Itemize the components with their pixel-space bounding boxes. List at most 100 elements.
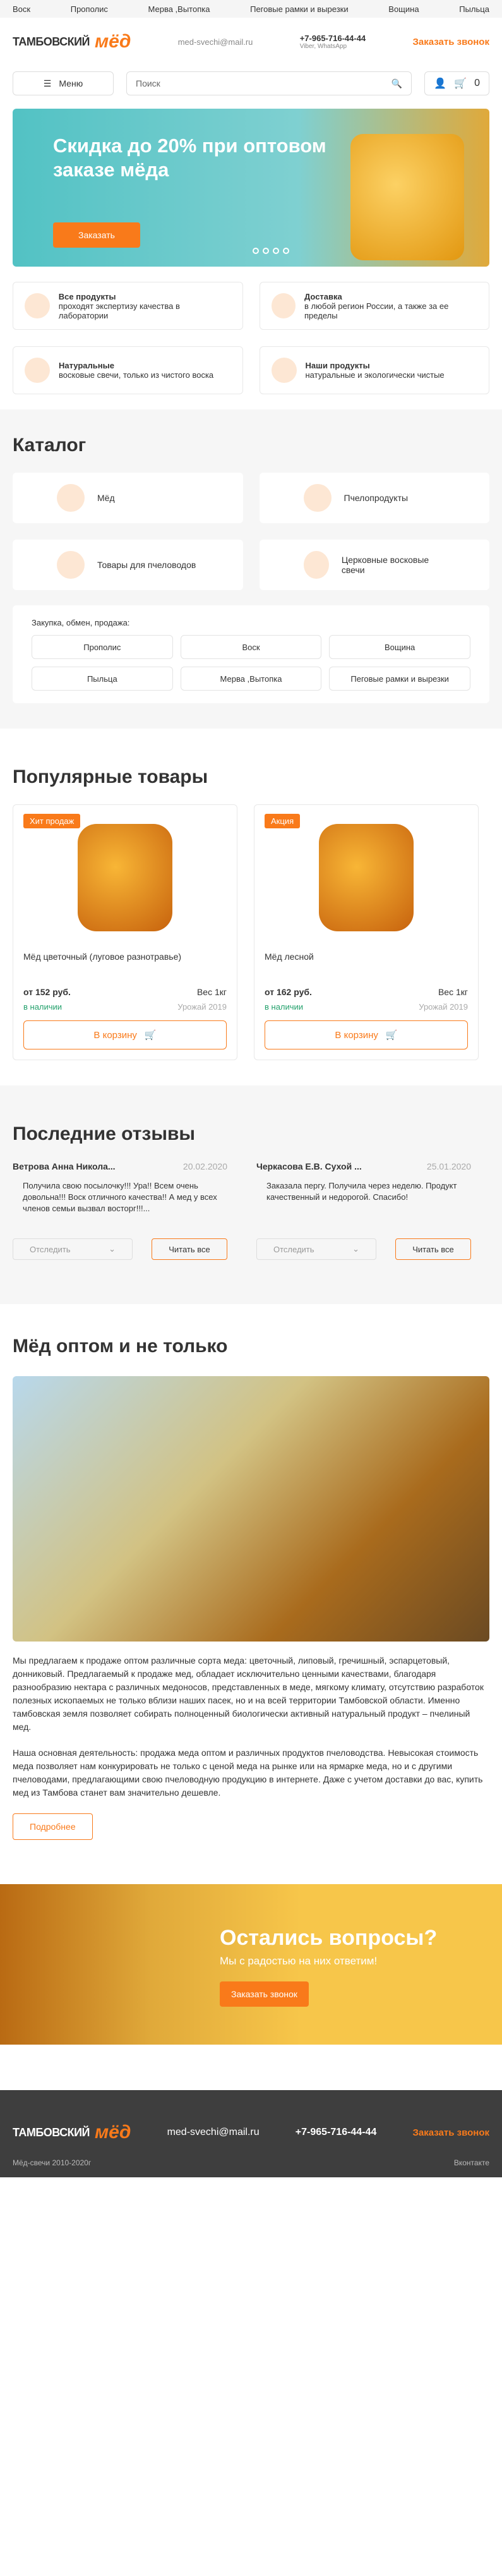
popular-products: Популярные товары Хит продаж Мёд цветочн… [0,729,502,1085]
product-image[interactable]: Хит продаж [13,805,237,950]
search-placeholder: Поиск [136,78,160,88]
topnav-link-vosk[interactable]: Воск [13,4,30,14]
topnav-link-voshchina[interactable]: Вощина [388,4,419,14]
lab-icon [25,293,50,318]
benefit-title: Наши продукты [305,361,370,370]
candle-icon [303,551,329,579]
tag-button[interactable]: Пеговые рамки и вырезки [329,667,470,691]
tag-button[interactable]: Воск [180,635,322,659]
topnav-link-propolis[interactable]: Прополис [71,4,108,14]
product-badge: Хит продаж [23,814,81,828]
benefits: Все продукты проходят экспертизу качества… [0,267,502,409]
reviews-title: Последние отзывы [13,1123,196,1144]
cta-subtitle: Мы с радостью на них ответим! [220,1955,378,1967]
cart-icon: 🛒 [385,1030,398,1041]
product-weight: Вес 1кг [196,987,227,997]
cta-call-button[interactable]: Заказать звонок [220,1981,309,2007]
footer-social-link[interactable]: Вконтакте [454,2158,489,2167]
product-name[interactable]: Мёд цветочный (луговое разнотравье) [13,950,237,984]
read-all-button[interactable]: Читать все [152,1238,227,1260]
search-input[interactable]: Поиск 🔍 [126,71,412,95]
benefit-candles: Натуральные восковые свечи, только из чис… [13,346,243,394]
product-harvest: Урожай 2019 [177,1002,227,1012]
product-image[interactable]: Акция [254,805,478,950]
footer-copyright: Мёд-свечи 2010-2020г [13,2158,92,2167]
topnav-link-pyltsa[interactable]: Пыльца [459,4,489,14]
toolbar: ☰ Меню Поиск 🔍 👤 🛒 0 [0,66,502,101]
review-card: Черкасова Е.В. Сухой ... 25.01.2020 Заказ… [256,1161,471,1260]
topnav-link-ramki[interactable]: Пеговые рамки и вырезки [250,4,349,14]
catalog-item-beekeeping[interactable]: Товары для пчеловодов [13,540,243,590]
product-price: от 152 руб. [23,987,71,997]
purchase-tags: Закупка, обмен, продажа: Прополис Воск В… [13,605,489,703]
product-card: Акция Мёд лесной от 162 руб. Вес 1кг в на… [254,804,479,1060]
product-stock: в наличии [265,1002,304,1012]
products-list: Хит продаж Мёд цветочный (луговое разнот… [13,804,489,1060]
review-select[interactable]: Отследить ⌄ [13,1238,133,1260]
hero-title: Скидка до 20% при оптовом заказе мёда [53,135,326,181]
add-to-cart-label: В корзину [335,1029,378,1041]
catalog-item-bee-products[interactable]: Пчелопродукты [259,473,489,523]
footer-logo[interactable]: ТАМБОВСКИЙ мёд [13,2122,131,2143]
product-price: от 162 руб. [265,987,312,997]
header-call-button[interactable]: Заказать звонок [413,37,489,47]
read-all-button[interactable]: Читать все [395,1238,471,1260]
menu-button[interactable]: ☰ Меню [13,71,114,95]
benefit-title: Доставка [304,291,342,301]
cart-count: 0 [474,78,480,88]
tag-button[interactable]: Вощина [329,635,470,659]
review-text: Получила свою посылочку!!! Ура!! Всем оч… [23,1181,217,1213]
review-date: 25.01.2020 [426,1161,471,1171]
product-harvest: Урожай 2019 [419,1002,468,1012]
delivery-icon [271,293,296,318]
slider-dot[interactable] [283,248,289,254]
benefit-eco: Наши продукты натуральные и экологически … [259,346,489,394]
topnav-link-merva[interactable]: Мерва ,Вытопка [148,4,210,14]
review-card: Ветрова Анна Никола... 20.02.2020 Получил… [13,1161,227,1260]
chevron-down-icon: ⌄ [109,1244,116,1254]
product-name[interactable]: Мёд лесной [254,950,478,984]
cart-icon[interactable]: 🛒 [454,77,467,90]
tag-button[interactable]: Пыльца [32,667,173,691]
top-navigation: Воск Прополис Мерва ,Вытопка Пеговые рам… [0,0,502,18]
beekeeper-icon [57,551,85,579]
add-to-cart-button[interactable]: В корзину 🛒 [23,1020,227,1049]
footer-call-button[interactable]: Заказать звонок [413,2127,489,2138]
header-email[interactable]: med-svechi@mail.ru [178,37,253,47]
hero-order-button[interactable]: Заказать [53,222,140,248]
add-to-cart-label: В корзину [93,1029,137,1041]
catalog-item-label: Товары для пчеловодов [97,560,196,570]
product-badge: Акция [265,814,301,828]
user-icon[interactable]: 👤 [434,77,446,90]
site-header: ТАМБОВСКИЙ мёд med-svechi@mail.ru +7-965… [0,18,502,66]
catalog-item-honey[interactable]: Мёд [13,473,243,523]
tag-button[interactable]: Мерва ,Вытопка [180,667,322,691]
more-button[interactable]: Подробнее [13,1813,93,1840]
menu-label: Меню [59,78,83,88]
catalog-item-candles[interactable]: Церковные восковые свечи [259,540,489,590]
footer-email[interactable]: med-svechi@mail.ru [167,2127,260,2138]
site-logo[interactable]: ТАМБОВСКИЙ мёд [13,31,131,52]
review-select[interactable]: Отследить ⌄ [256,1238,376,1260]
header-phone[interactable]: +7-965-716-44-44 [300,33,366,43]
slider-dot[interactable] [253,248,259,254]
footer-phone[interactable]: +7-965-716-44-44 [296,2127,377,2138]
catalog-grid: Мёд Пчелопродукты Товары для пчеловодов … [13,473,489,590]
candles-icon [25,358,50,383]
benefit-title: Все продукты [58,291,116,301]
product-card: Хит продаж Мёд цветочный (луговое разнот… [13,804,237,1060]
slider-dot[interactable] [273,248,279,254]
search-icon[interactable]: 🔍 [391,78,402,89]
review-author: Черкасова Е.В. Сухой ... [256,1161,362,1171]
review-date: 20.02.2020 [182,1161,227,1171]
popular-title: Популярные товары [13,766,208,787]
about-paragraph-2: Наша основная деятельность: продажа меда… [13,1748,483,1798]
add-to-cart-button[interactable]: В корзину 🛒 [265,1020,468,1049]
cta-title: Остались вопросы? [220,1926,438,1950]
tag-button[interactable]: Прополис [32,635,173,659]
slider-dot[interactable] [263,248,269,254]
logo-text: ТАМБОВСКИЙ [13,2126,90,2139]
catalog-item-label: Мёд [97,493,115,503]
review-select-value: Отследить [273,1244,314,1254]
header-phone-block: +7-965-716-44-44 Viber, WhatsApp [300,33,366,50]
